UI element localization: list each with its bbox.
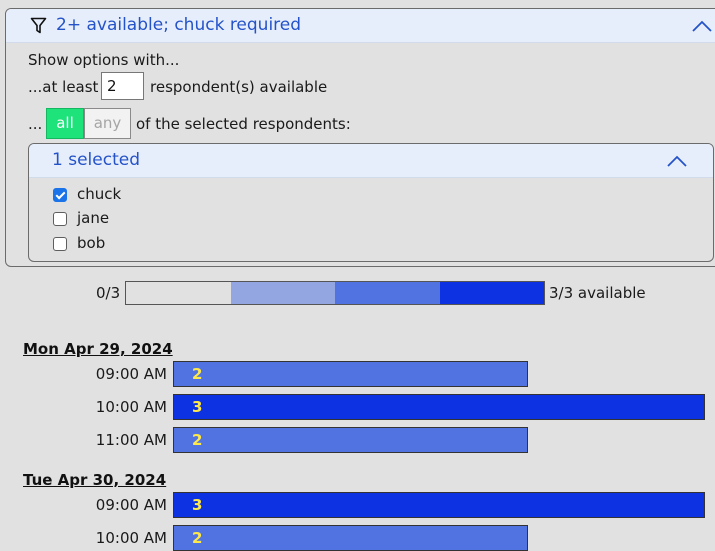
at-least-prefix: ...at least [28,78,99,96]
slot-bar[interactable]: 3 [173,492,705,518]
respondent-label-bob[interactable]: bob [77,234,105,252]
respondent-selector-header[interactable]: 1 selected [29,144,713,178]
mode-all-button[interactable]: all [46,108,84,139]
legend-segment-3 [439,282,544,304]
day-heading: Tue Apr 30, 2024 [23,471,167,489]
slot-count: 2 [192,365,203,383]
filter-summary-title: 2+ available; chuck required [56,15,302,35]
slot-count: 3 [192,496,203,514]
slot-time: 10:00 AM [95,398,167,416]
checkbox-bob[interactable] [53,237,67,251]
selected-count: 1 selected [52,150,140,170]
show-options-label: Show options with... [28,51,180,69]
filter-icon [30,17,47,34]
legend-segment-0 [126,282,231,304]
filter-panel: 2+ available; chuck required Show option… [5,8,715,267]
respondent-label-jane[interactable]: jane [77,209,109,227]
chevron-up-icon[interactable] [692,20,712,32]
checkbox-chuck[interactable] [53,188,67,202]
slot-time: 10:00 AM [95,529,167,547]
slot-count: 2 [192,529,203,547]
mode-suffix: of the selected respondents: [136,115,351,133]
mode-prefix: ... [28,115,43,133]
slot-bar[interactable]: 2 [173,525,528,551]
slot-time: 09:00 AM [95,365,167,383]
min-respondents-input[interactable] [101,72,144,100]
mode-any-button[interactable]: any [84,108,131,139]
slot-count: 2 [192,431,203,449]
slot-time: 11:00 AM [95,431,167,449]
filter-panel-header[interactable]: 2+ available; chuck required [6,9,715,43]
slot-count: 3 [192,398,203,416]
slot-bar[interactable]: 2 [173,361,528,387]
respondent-selector: 1 selected chuck jane bob [28,143,714,262]
slot-bar[interactable]: 3 [173,394,705,420]
legend-segment-2 [335,282,440,304]
day-heading: Mon Apr 29, 2024 [23,340,173,358]
at-least-suffix: respondent(s) available [150,78,328,96]
checkbox-jane[interactable] [53,212,67,226]
chevron-up-icon[interactable] [667,155,687,167]
legend-segment-1 [230,282,335,304]
legend-min-label: 0/3 [96,284,121,302]
legend-max-label: 3/3 available [549,284,646,302]
respondent-label-chuck[interactable]: chuck [77,185,121,203]
availability-legend-bar [125,281,545,305]
slot-time: 09:00 AM [95,496,167,514]
slot-bar[interactable]: 2 [173,427,528,453]
